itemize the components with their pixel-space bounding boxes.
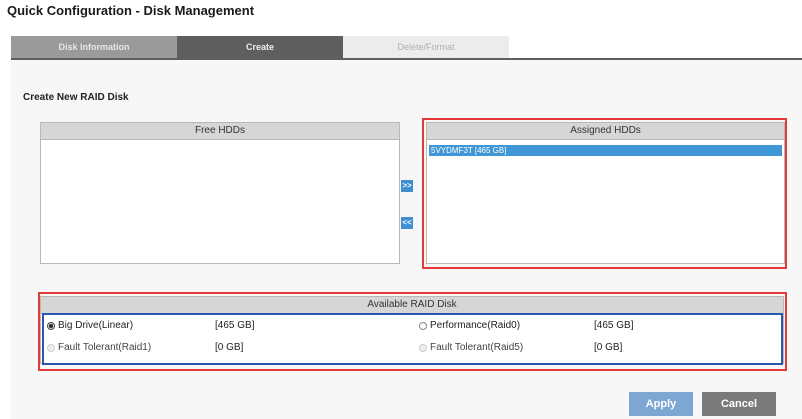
radio-icon — [47, 343, 55, 352]
raid-option-raid5: Fault Tolerant(Raid5) — [419, 342, 523, 353]
tab-bar: Disk Information Create Delete/Format — [11, 36, 509, 58]
raid-option-label: Fault Tolerant(Raid1) — [58, 342, 152, 353]
tab-disk-information[interactable]: Disk Information — [11, 36, 177, 58]
raid-option-size: [0 GB] — [594, 342, 623, 353]
tab-create[interactable]: Create — [177, 36, 343, 58]
add-hdd-button[interactable]: >> — [401, 180, 413, 192]
raid-option-performance[interactable]: Performance(Raid0) — [419, 320, 520, 331]
tab-delete-format[interactable]: Delete/Format — [343, 36, 509, 58]
free-hdds-list[interactable]: Free HDDs — [40, 122, 400, 264]
radio-icon[interactable] — [47, 321, 55, 330]
raid-option-size: [465 GB] — [215, 320, 255, 331]
raid-option-label: Performance(Raid0) — [430, 320, 521, 331]
radio-icon[interactable] — [419, 321, 427, 330]
raid-option-size: [465 GB] — [594, 320, 634, 331]
free-hdds-header: Free HDDs — [41, 123, 399, 140]
remove-hdd-button[interactable]: << — [401, 217, 413, 229]
page-title: Quick Configuration - Disk Management — [7, 3, 255, 18]
highlight-box-assigned — [422, 118, 787, 269]
highlight-box-raid-options — [42, 313, 783, 365]
section-title: Create New RAID Disk — [23, 92, 129, 103]
raid-option-size: [0 GB] — [215, 342, 244, 353]
raid-option-raid1: Fault Tolerant(Raid1) — [47, 342, 151, 353]
apply-button[interactable]: Apply — [629, 392, 693, 416]
radio-icon — [419, 343, 427, 352]
raid-option-label: Big Drive(Linear) — [58, 320, 134, 331]
raid-option-big-drive[interactable]: Big Drive(Linear) — [47, 320, 133, 331]
cancel-button[interactable]: Cancel — [702, 392, 776, 416]
raid-option-label: Fault Tolerant(Raid5) — [430, 342, 524, 353]
